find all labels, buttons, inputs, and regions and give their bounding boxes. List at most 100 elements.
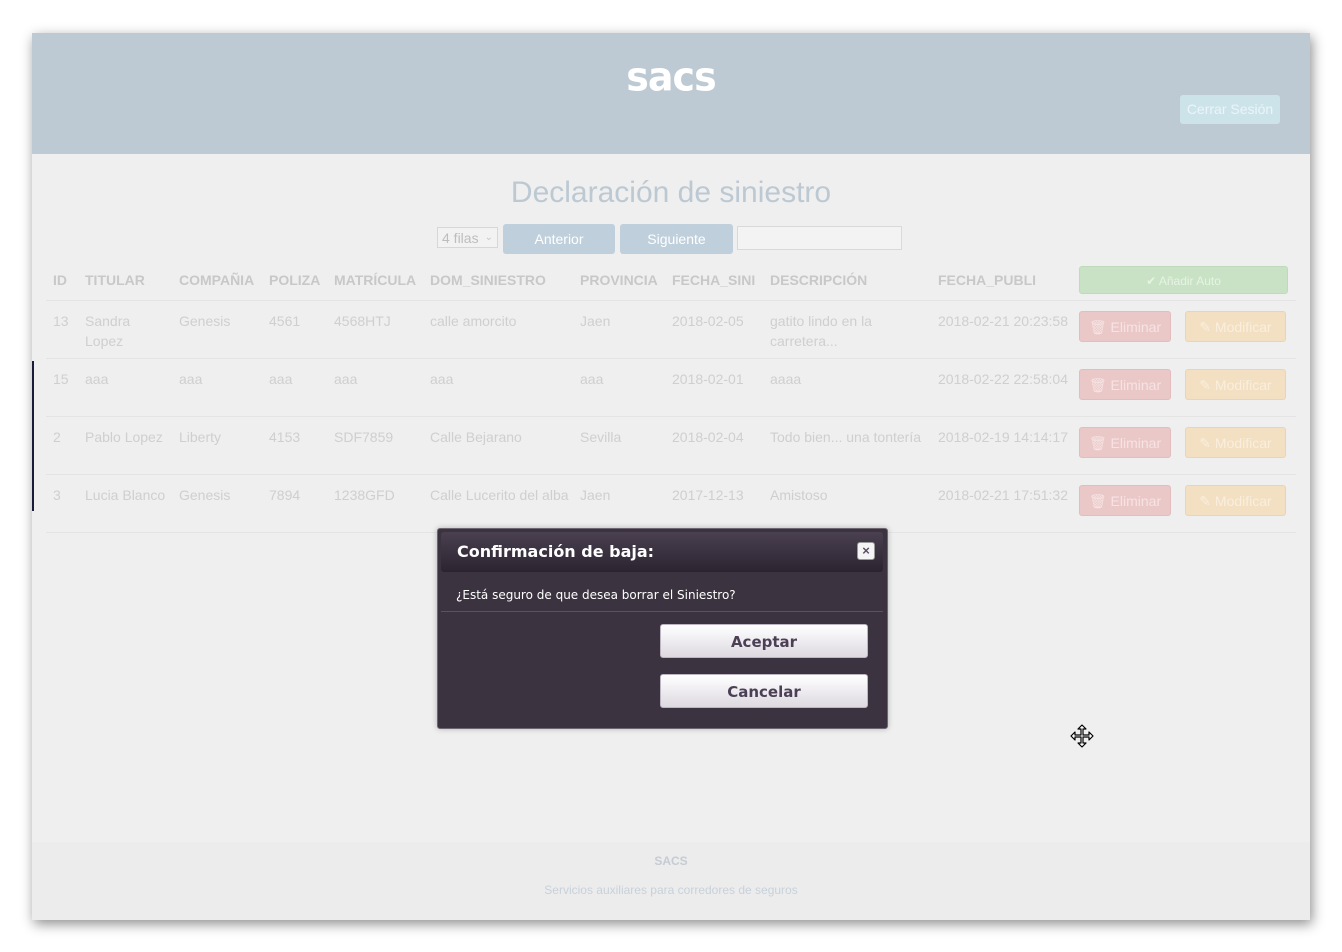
cell-poliza: 4153 [262,416,327,475]
column-header-provincia: PROVINCIA [573,259,665,301]
cell-titular: Pablo Lopez [78,416,172,475]
cell-fecha-sini: 2017-12-13 [665,474,763,533]
column-header-fecha-sini: FECHA_SINI [665,259,763,301]
rows-select-value: 4 filas [442,230,479,246]
delete-label: Eliminar [1110,493,1162,509]
modify-button[interactable]: ✎ Modificar [1185,311,1286,342]
trash-icon: 🗑 [1088,377,1107,393]
cell-id: 3 [46,474,78,533]
cell-fecha-publi: 2018-02-21 17:51:32 [931,474,1069,533]
cell-id: 13 [46,300,78,359]
cell-domicilio: Calle Bejarano [423,416,573,475]
previous-button[interactable]: Anterior [503,224,615,254]
cell-fecha-publi: 2018-02-21 20:23:58 [931,300,1069,359]
cell-compania: Liberty [172,416,262,475]
cell-domicilio: Calle Lucerito del alba [423,474,573,533]
cell-actions: 🗑 Eliminar ✎ Modificar [1069,416,1296,475]
column-header-id: ID [46,259,78,301]
cell-matricula: SDF7859 [327,416,423,475]
cell-poliza: 7894 [262,474,327,533]
table-header-row: ID TITULAR COMPAÑIA POLIZA MATRÍCULA DOM… [46,259,1296,301]
delete-button[interactable]: 🗑 Eliminar [1079,369,1171,400]
modify-button[interactable]: ✎ Modificar [1185,427,1286,458]
modify-button[interactable]: ✎ Modificar [1185,369,1286,400]
cell-titular: Lucia Blanco [78,474,172,533]
cell-fecha-sini: 2018-02-04 [665,416,763,475]
cell-descripcion: aaaa [763,358,931,417]
cell-id: 15 [46,358,78,417]
cell-matricula: 4568HTJ [327,300,423,359]
cell-fecha-sini: 2018-02-05 [665,300,763,359]
cell-domicilio: aaa [423,358,573,417]
focus-marker [32,361,34,511]
cell-actions: 🗑 Eliminar ✎ Modificar [1069,474,1296,533]
cell-titular: aaa [78,358,172,417]
footer-brand: SACS [654,854,688,868]
delete-label: Eliminar [1110,377,1162,393]
page-title: Declaración de siniestro [510,176,832,209]
cell-fecha-publi: 2018-02-19 14:14:17 [931,416,1069,475]
column-header-poliza: POLIZA [262,259,327,301]
delete-label: Eliminar [1110,319,1162,335]
cell-poliza: aaa [262,358,327,417]
header: sacs Cerrar Sesión [32,33,1310,154]
cell-matricula: 1238GFD [327,474,423,533]
confirm-delete-dialog: Confirmación de baja: × ¿Está seguro de … [437,528,888,729]
cell-fecha-publi: 2018-02-22 22:58:04 [931,358,1069,417]
modify-label: Modificar [1214,377,1272,393]
table-row: 13 Sandra Lopez Genesis 4561 4568HTJ cal… [46,300,1296,359]
cancel-button[interactable]: Cancelar [660,674,868,708]
cell-provincia: Sevilla [573,416,665,475]
modify-label: Modificar [1214,493,1272,509]
modify-label: Modificar [1214,435,1272,451]
claims-table: ID TITULAR COMPAÑIA POLIZA MATRÍCULA DOM… [46,259,1296,533]
footer-tagline: Servicios auxiliares para corredores de … [544,883,798,897]
logo: sacs [626,53,716,101]
cell-descripcion: Amistoso [763,474,931,533]
filter-input[interactable] [737,226,902,250]
dialog-title: Confirmación de baja: [457,542,655,561]
column-header-dom-siniestro: DOM_SINIESTRO [423,259,573,301]
cell-matricula: aaa [327,358,423,417]
delete-button[interactable]: 🗑 Eliminar [1079,311,1171,342]
close-icon[interactable]: × [857,542,875,560]
app-window: sacs Cerrar Sesión Declaración de sinies… [32,33,1310,920]
dialog-divider [441,611,883,612]
column-header-actions: ✔ Añadir Auto [1069,259,1296,301]
table-row: 3 Lucia Blanco Genesis 7894 1238GFD Call… [46,474,1296,533]
dialog-titlebar[interactable]: Confirmación de baja: × [441,532,883,572]
cell-provincia: aaa [573,358,665,417]
move-cursor-icon [1070,724,1094,748]
accept-button[interactable]: Aceptar [660,624,868,658]
cell-provincia: Jaen [573,474,665,533]
trash-icon: 🗑 [1088,435,1107,451]
cell-compania: Genesis [172,474,262,533]
cell-titular: Sandra Lopez [78,300,172,359]
trash-icon: 🗑 [1088,493,1107,509]
cell-provincia: Jaen [573,300,665,359]
table-row: 2 Pablo Lopez Liberty 4153 SDF7859 Calle… [46,416,1296,475]
footer: SACS Servicios auxiliares para corredore… [32,842,1310,920]
logout-button[interactable]: Cerrar Sesión [1180,95,1280,124]
add-auto-button[interactable]: ✔ Añadir Auto [1079,265,1288,294]
cell-descripcion: gatito lindo en la carretera... [763,300,931,359]
column-header-descripcion: DESCRIPCIÓN [763,259,931,301]
cell-compania: aaa [172,358,262,417]
next-button[interactable]: Siguiente [620,224,733,254]
delete-button[interactable]: 🗑 Eliminar [1079,427,1171,458]
rows-per-page-select[interactable]: 4 filas ⌄ [437,227,498,248]
chevron-down-icon: ⌄ [484,232,493,243]
delete-button[interactable]: 🗑 Eliminar [1079,485,1171,516]
cell-poliza: 4561 [262,300,327,359]
column-header-compania: COMPAÑIA [172,259,262,301]
trash-icon: 🗑 [1088,319,1107,335]
pencil-icon: ✎ [1199,435,1212,451]
cell-fecha-sini: 2018-02-01 [665,358,763,417]
column-header-matricula: MATRÍCULA [327,259,423,301]
modify-button[interactable]: ✎ Modificar [1185,485,1286,516]
pencil-icon: ✎ [1199,493,1212,509]
pencil-icon: ✎ [1199,319,1212,335]
column-header-fecha-publi: FECHA_PUBLI [931,259,1069,301]
table-row: 15 aaa aaa aaa aaa aaa aaa 2018-02-01 aa… [46,358,1296,417]
cell-compania: Genesis [172,300,262,359]
